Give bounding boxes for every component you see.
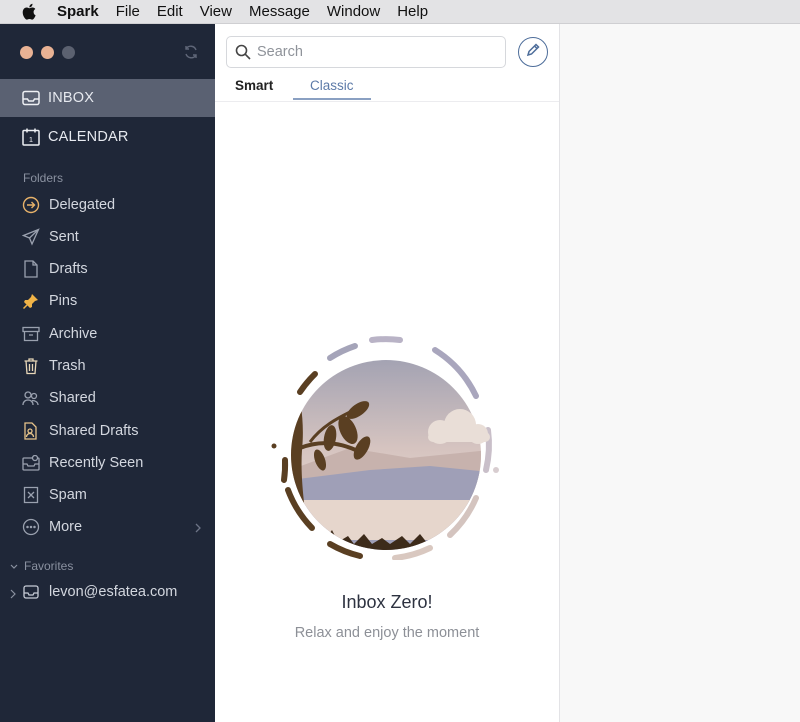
minimize-window-button[interactable] (41, 46, 54, 59)
sidebar-item-inbox[interactable]: INBOX (0, 79, 215, 117)
shared-icon (22, 389, 40, 407)
account-email: levon@esfatea.com (49, 584, 178, 600)
search-icon (235, 44, 251, 60)
folders-section-label: Folders (23, 171, 64, 185)
inbox-icon (22, 89, 40, 107)
sidebar-item-calendar[interactable]: 1 CALENDAR (0, 118, 215, 156)
recently-seen-icon (22, 454, 40, 472)
pencil-icon (526, 42, 540, 62)
trash-icon (22, 357, 40, 375)
sidebar-item-label: Spam (49, 487, 87, 503)
shared-drafts-icon (22, 422, 40, 440)
apple-icon[interactable] (22, 3, 42, 20)
message-list-pane: Smart Classic (215, 24, 560, 722)
chevron-right-icon[interactable] (10, 587, 16, 603)
menu-file[interactable]: File (116, 3, 140, 20)
sidebar-item-label: Archive (49, 326, 98, 342)
chevron-down-icon (10, 559, 18, 573)
inbox-zero-title: Inbox Zero! (341, 592, 433, 612)
drafts-icon (22, 260, 40, 278)
account-inbox-icon (22, 583, 40, 601)
sidebar-item-label: Recently Seen (49, 455, 144, 471)
zoom-window-button[interactable] (62, 46, 75, 59)
window-controls (20, 46, 75, 59)
close-window-button[interactable] (20, 46, 33, 59)
favorites-section[interactable]: Favorites (10, 559, 73, 573)
sidebar-item-spam[interactable]: Spam (0, 480, 215, 510)
sidebar-item-label: Shared (49, 390, 96, 406)
menu-bar: Spark File Edit View Message Window Help (0, 0, 800, 24)
chevron-right-icon[interactable] (195, 521, 201, 537)
sidebar-item-recently-seen[interactable]: Recently Seen (0, 448, 215, 478)
favorites-section-label: Favorites (24, 559, 74, 573)
sidebar-item-label: Drafts (49, 261, 88, 277)
sidebar-item-delegated[interactable]: Delegated (0, 190, 215, 220)
menu-window[interactable]: Window (327, 3, 380, 20)
sidebar-item-shared[interactable]: Shared (0, 383, 215, 413)
reading-pane (560, 24, 800, 722)
sidebar-item-trash[interactable]: Trash (0, 351, 215, 381)
sidebar-item-drafts[interactable]: Drafts (0, 254, 215, 284)
sidebar-item-label: Shared Drafts (49, 423, 139, 439)
delegated-icon (22, 196, 40, 214)
sidebar-item-label: INBOX (48, 90, 95, 106)
inbox-zero-illustration (260, 330, 520, 565)
menu-edit[interactable]: Edit (157, 3, 183, 20)
sidebar-item-label: Delegated (49, 197, 116, 213)
sent-icon (22, 228, 40, 246)
sidebar-item-sent[interactable]: Sent (0, 222, 215, 252)
calendar-icon: 1 (22, 128, 40, 146)
menu-app-name[interactable]: Spark (57, 3, 99, 20)
inbox-zero-subtitle: Relax and enjoy the moment (294, 625, 480, 641)
search-input[interactable] (257, 44, 477, 60)
svg-text:1: 1 (29, 135, 33, 144)
sync-icon[interactable] (183, 44, 199, 60)
active-tab-indicator (293, 98, 371, 100)
tab-bar: Smart Classic (215, 76, 559, 102)
compose-button[interactable] (518, 37, 548, 67)
search-box[interactable] (226, 36, 506, 68)
sidebar: INBOX 1 CALENDAR Folders Delegated Sent … (0, 24, 215, 722)
sidebar-item-archive[interactable]: Archive (0, 319, 215, 349)
menu-help[interactable]: Help (397, 3, 428, 20)
pin-icon (22, 292, 40, 310)
tab-smart[interactable]: Smart (235, 78, 273, 93)
menu-view[interactable]: View (200, 3, 232, 20)
sidebar-item-label: More (49, 519, 83, 535)
sidebar-item-label: Trash (49, 358, 86, 374)
sidebar-item-account[interactable]: levon@esfatea.com (0, 577, 215, 607)
sidebar-item-more[interactable]: More (0, 512, 215, 542)
sidebar-item-pins[interactable]: Pins (0, 286, 215, 316)
sidebar-item-label: Sent (49, 229, 79, 245)
archive-icon (22, 325, 40, 343)
spam-icon (22, 486, 40, 504)
tab-classic[interactable]: Classic (310, 78, 354, 93)
sidebar-item-shared-drafts[interactable]: Shared Drafts (0, 416, 215, 446)
sidebar-item-label: Pins (49, 293, 78, 309)
sidebar-item-label: CALENDAR (48, 129, 129, 145)
more-icon (22, 518, 40, 536)
menu-message[interactable]: Message (249, 3, 310, 20)
